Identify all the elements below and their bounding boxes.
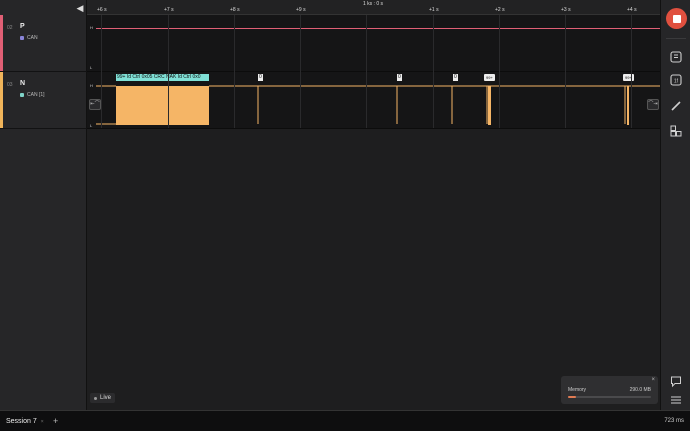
session-tab-label: Session 7 — [6, 418, 37, 425]
extensions-icon[interactable] — [669, 124, 683, 138]
ruler-tick-label: +8 s — [230, 7, 240, 13]
frame-marker[interactable]: 99+ — [484, 74, 495, 81]
ruler-tick-label: +1 s — [429, 7, 439, 13]
ruler-tick-label: +3 s — [561, 7, 571, 13]
stop-recording-button[interactable] — [666, 8, 687, 29]
decoded-packet-label[interactable]: 99+ Id Ctrl 0x05 CRC NAK Id Ctrl 0x0 — [116, 74, 209, 81]
memory-usage-fill — [568, 396, 577, 398]
channel-name[interactable]: P — [20, 23, 25, 30]
collapse-panel-button[interactable]: ◀ — [74, 2, 86, 14]
waveform-lane-n[interactable]: H L 99+ Id Ctrl 0x05 CRC NAK Id Ctrl 0x0… — [87, 72, 660, 129]
gridline — [433, 15, 434, 128]
memory-panel: × Memory 290.0 MB — [561, 376, 658, 404]
protocol-label: CAN [1] — [27, 92, 45, 98]
channel-number: 02 — [7, 25, 13, 31]
status-readout: 723 ms — [664, 418, 684, 424]
channel-row-n[interactable]: 03 N CAN [1] — [0, 72, 87, 129]
add-session-button[interactable]: + — [53, 416, 58, 426]
chat-icon[interactable] — [669, 374, 683, 388]
svg-text:1f: 1f — [674, 79, 679, 85]
ruler-tick-label: +9 s — [296, 7, 306, 13]
frame-marker[interactable]: 0 — [258, 74, 263, 81]
memory-close-button[interactable]: × — [651, 377, 655, 383]
live-button[interactable]: Live — [90, 393, 116, 403]
gridline — [565, 15, 566, 128]
channel-color-strip — [0, 15, 3, 71]
gridline — [234, 15, 235, 128]
live-label: Live — [100, 395, 112, 401]
right-toolbar: 1f — [660, 0, 690, 410]
memory-value: 290.0 MB — [629, 387, 651, 393]
next-edge-button[interactable]: ⌒⇥ — [647, 99, 659, 110]
packet-burst — [116, 86, 209, 125]
frame-marker[interactable]: 0 — [453, 74, 458, 81]
stop-icon — [672, 14, 681, 23]
ruler-tick-label: +7 s — [164, 7, 174, 13]
logic-analyzer-app: ◀ 02 P CAN 03 N CAN [1] 1 ks : 0 s +6 s … — [0, 0, 690, 431]
gridline — [168, 15, 169, 128]
waveform-lane-p[interactable]: H L — [87, 15, 660, 72]
channel-color-strip — [0, 72, 3, 128]
previous-edge-button[interactable]: ⇤⌒ — [89, 99, 101, 110]
memory-label: Memory — [568, 387, 587, 393]
memory-usage-bar — [568, 396, 651, 398]
session-tab[interactable]: Session 7 × — [0, 411, 50, 431]
session-tab-bar: Session 7 × + 723 ms — [0, 410, 690, 431]
ruler-tick-label: +4 s — [627, 7, 637, 13]
device-icon[interactable] — [669, 50, 683, 64]
waveform-area[interactable]: 1 ks : 0 s +6 s +7 s +8 s +9 s +1 s +2 s… — [87, 0, 660, 410]
analyzers-icon[interactable]: 1f — [669, 73, 683, 87]
gridline — [499, 15, 500, 128]
channel-protocol[interactable]: CAN [1] — [20, 92, 45, 98]
ruler-center-time: 1 ks : 0 s — [363, 1, 384, 7]
protocol-color-icon — [20, 93, 24, 97]
ruler-tick-label: +6 s — [97, 7, 107, 13]
protocol-label: CAN — [27, 35, 38, 41]
channel-panel: ◀ 02 P CAN 03 N CAN [1] — [0, 0, 87, 410]
toolbar-divider — [666, 38, 686, 39]
channel-row-p[interactable]: 02 P CAN — [0, 15, 87, 72]
measure-pen-icon[interactable] — [669, 99, 683, 113]
gridline — [631, 15, 632, 128]
trace-line-p — [96, 28, 660, 29]
channel-number: 03 — [7, 82, 13, 88]
frame-marker[interactable]: 99+ — [623, 74, 634, 81]
channel-name[interactable]: N — [20, 80, 25, 87]
level-high-label: H — [90, 25, 93, 30]
close-tab-button[interactable]: × — [41, 419, 44, 425]
protocol-color-icon — [20, 36, 24, 40]
ruler-tick-label: +2 s — [495, 7, 505, 13]
level-low-label: L — [90, 65, 93, 70]
time-ruler[interactable]: 1 ks : 0 s +6 s +7 s +8 s +9 s +1 s +2 s… — [87, 0, 660, 15]
channel-protocol[interactable]: CAN — [20, 35, 38, 41]
frame-marker[interactable]: 0 — [397, 74, 402, 81]
gridline — [101, 15, 102, 128]
gridline — [300, 15, 301, 128]
gridline — [366, 15, 367, 128]
menu-icon[interactable] — [669, 393, 683, 407]
live-indicator-icon — [94, 396, 97, 400]
